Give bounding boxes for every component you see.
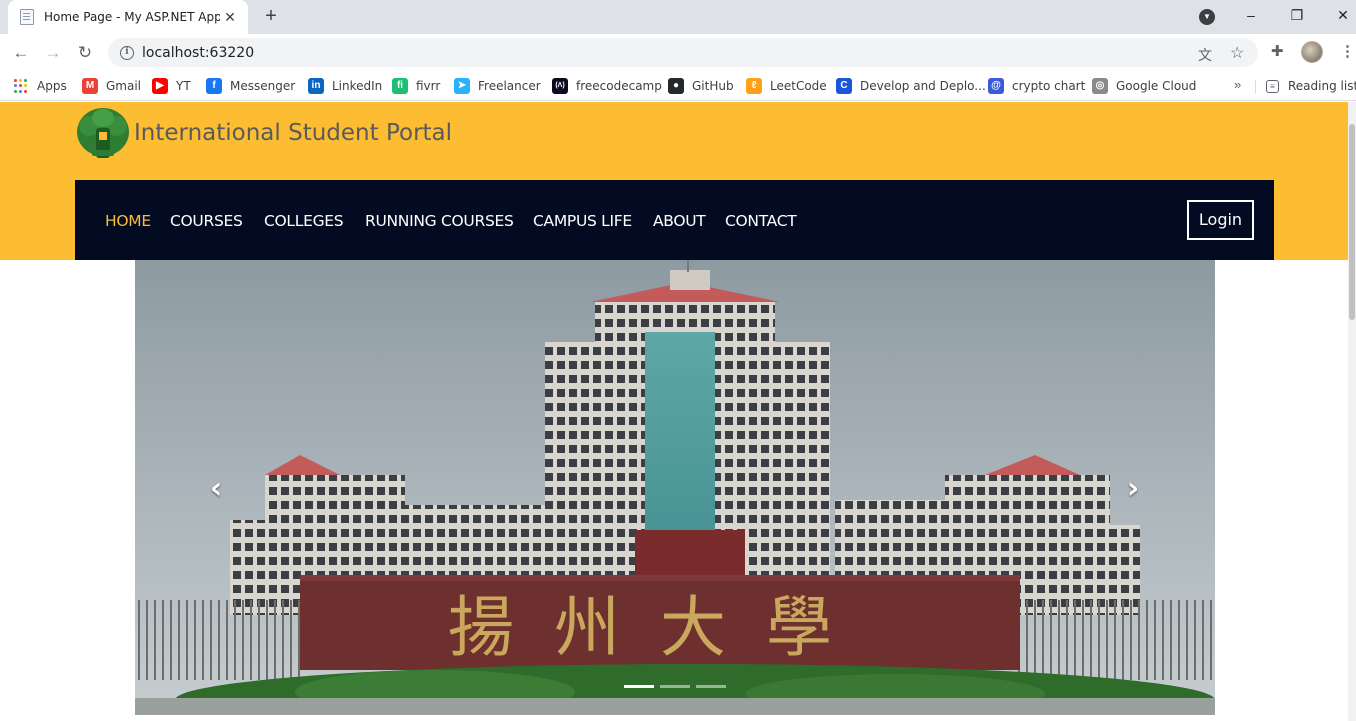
browser-toolbar: ← → ↻ i localhost:63220 文 ☆ ✚ ⋮ — [0, 34, 1356, 71]
close-window-button[interactable]: ✕ — [1320, 0, 1356, 30]
bookmark-label: freecodecamp — [576, 79, 662, 93]
bookmark-freelancer[interactable]: ➤ Freelancer — [454, 77, 541, 95]
gmail-icon: M — [82, 78, 98, 94]
bookmark-fivrr[interactable]: fi fivrr — [392, 77, 440, 95]
minimize-button[interactable]: – — [1228, 0, 1274, 30]
carousel-indicator[interactable] — [660, 685, 690, 688]
carousel-indicator[interactable] — [696, 685, 726, 688]
extensions-icon[interactable]: ✚ — [1271, 42, 1284, 60]
browser-tabstrip: Home Page - My ASP.NET Application ✕ + ▼… — [0, 0, 1356, 34]
nav-home[interactable]: HOME — [105, 212, 151, 230]
bookmark-label: Freelancer — [478, 79, 541, 93]
carousel-prev-icon[interactable]: ‹ — [201, 472, 231, 506]
bookmark-label: YT — [176, 79, 191, 93]
page-favicon-icon — [20, 9, 34, 25]
scrollbar-thumb[interactable] — [1349, 124, 1355, 320]
site-info-icon[interactable]: i — [120, 45, 134, 60]
google-cloud-icon: ◎ — [1092, 78, 1108, 94]
address-bar[interactable]: i localhost:63220 文 ☆ — [108, 38, 1258, 67]
bookmark-google-cloud[interactable]: ◎ Google Cloud — [1092, 77, 1196, 95]
bookmark-label: fivrr — [416, 79, 441, 93]
github-icon: ● — [668, 78, 684, 94]
tab-search-icon[interactable]: ▼ — [1199, 9, 1215, 25]
nav-campus-life[interactable]: CAMPUS LIFE — [533, 212, 632, 230]
new-tab-button[interactable]: + — [260, 5, 282, 27]
profile-avatar[interactable] — [1301, 41, 1323, 63]
bookmark-label: Gmail — [106, 79, 142, 93]
bookmark-leetcode[interactable]: ℓ LeetCode — [746, 77, 827, 95]
reading-list-button[interactable]: ≡ Reading list — [1266, 77, 1356, 95]
restore-button[interactable]: ❐ — [1274, 0, 1320, 30]
university-sign-text: 揚州大學 — [448, 589, 872, 666]
bookmark-crypto-chart[interactable]: @ crypto chart — [988, 77, 1085, 95]
translate-icon[interactable]: 文 — [1198, 45, 1212, 65]
bookmark-star-icon[interactable]: ☆ — [1230, 43, 1244, 63]
linkedin-icon: in — [308, 78, 324, 94]
bookmarks-divider — [1255, 80, 1256, 94]
back-arrow-icon[interactable]: ← — [8, 40, 34, 66]
bookmark-label: Messenger — [230, 79, 296, 93]
close-tab-icon[interactable]: ✕ — [222, 9, 238, 26]
bookmark-apps[interactable]: Apps — [14, 77, 67, 95]
bookmarks-bar: Apps M Gmail ▶ YT f Messenger in LinkedIn fi fivrr… — [0, 71, 1356, 101]
fiverr-icon: fi — [392, 78, 408, 94]
forward-arrow-icon[interactable]: → — [40, 40, 66, 66]
bookmark-label: Apps — [37, 79, 67, 93]
site-title[interactable]: International Student Portal — [134, 120, 452, 146]
apps-grid-icon — [14, 79, 28, 93]
tab-title: Home Page - My ASP.NET Application — [44, 10, 220, 24]
main-navbar: HOME COURSES COLLEGES RUNNING COURSES CA… — [75, 180, 1274, 260]
bookmark-label: Develop and Deplo... — [860, 79, 986, 93]
nav-courses[interactable]: COURSES — [170, 212, 243, 230]
bookmark-label: LinkedIn — [332, 79, 383, 93]
bookmark-label: Google Cloud — [1116, 79, 1197, 93]
carousel-indicators — [624, 685, 726, 688]
nav-about[interactable]: ABOUT — [653, 212, 706, 230]
bookmark-messenger[interactable]: f Messenger — [206, 77, 295, 95]
browser-tab[interactable]: Home Page - My ASP.NET Application ✕ — [8, 0, 248, 34]
reading-list-icon: ≡ — [1266, 79, 1279, 93]
facebook-icon: f — [206, 78, 222, 94]
bookmark-gmail[interactable]: M Gmail — [82, 77, 141, 95]
browser-menu-icon[interactable]: ⋮ — [1340, 42, 1355, 60]
page-scrollbar[interactable] — [1348, 102, 1356, 721]
freecodecamp-icon: (Λ) — [552, 78, 568, 94]
web-page: International Student Portal HOME COURSE… — [0, 102, 1348, 721]
nav-colleges[interactable]: COLLEGES — [264, 212, 344, 230]
bookmark-freecodecamp[interactable]: (Λ) freecodecamp — [552, 77, 662, 95]
url-text[interactable]: localhost:63220 — [142, 45, 254, 61]
carousel-indicator[interactable] — [624, 685, 654, 688]
bookmark-yt[interactable]: ▶ YT — [152, 77, 191, 95]
nav-contact[interactable]: CONTACT — [725, 212, 797, 230]
crypto-icon: @ — [988, 78, 1004, 94]
develop-icon: C — [836, 78, 852, 94]
image-carousel: 揚州大學 ‹ › — [135, 260, 1215, 715]
reading-list-label: Reading list — [1288, 79, 1356, 93]
nav-running-courses[interactable]: RUNNING COURSES — [365, 212, 514, 230]
bookmark-linkedin[interactable]: in LinkedIn — [308, 77, 382, 95]
youtube-icon: ▶ — [152, 78, 168, 94]
login-button[interactable]: Login — [1187, 200, 1254, 240]
university-logo-icon[interactable] — [74, 106, 132, 164]
reload-icon[interactable]: ↻ — [72, 40, 98, 66]
site-header: International Student Portal HOME COURSE… — [0, 102, 1348, 260]
leetcode-icon: ℓ — [746, 78, 762, 94]
carousel-next-icon[interactable]: › — [1118, 472, 1148, 506]
bookmark-label: crypto chart — [1012, 79, 1086, 93]
bookmark-develop-and-deplo[interactable]: C Develop and Deplo... — [836, 77, 986, 95]
bookmark-label: GitHub — [692, 79, 734, 93]
bookmark-label: LeetCode — [770, 79, 827, 93]
bookmarks-more-icon[interactable]: » — [1234, 77, 1241, 92]
campus-building-image: 揚州大學 — [135, 260, 1215, 715]
freelancer-icon: ➤ — [454, 78, 470, 94]
bookmark-github[interactable]: ● GitHub — [668, 77, 734, 95]
